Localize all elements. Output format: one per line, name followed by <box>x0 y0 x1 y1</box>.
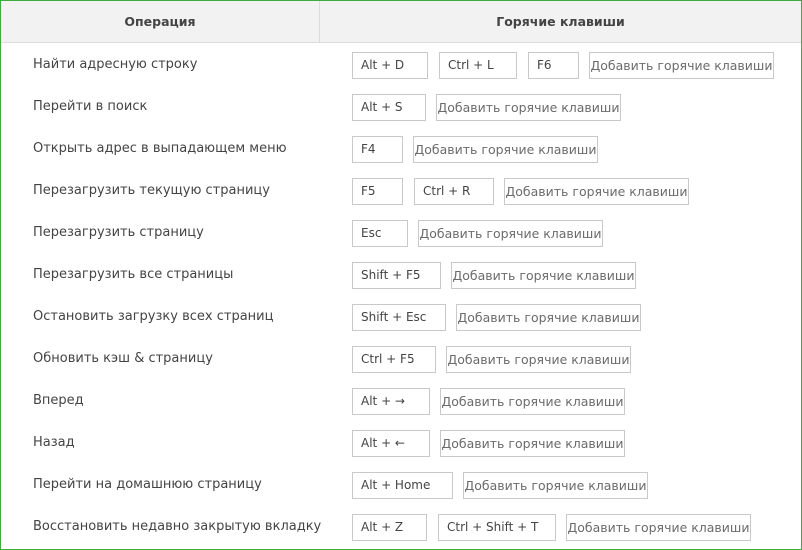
hotkey-field[interactable]: Shift + Esc <box>352 304 446 331</box>
hotkey-row: Вперед Alt + → Добавить горячие клавиши <box>1 380 801 422</box>
table-header: Операция Горячие клавиши <box>1 1 801 43</box>
operation-label: Перезагрузить страницу <box>33 225 204 240</box>
add-hotkey-button[interactable]: Добавить горячие клавиши <box>504 178 689 205</box>
hotkey-field[interactable]: F4 <box>352 136 403 163</box>
hotkey-row: Восстановить недавно закрытую вкладку Alt… <box>1 506 801 548</box>
operation-label: Назад <box>33 435 75 450</box>
operation-label: Найти адресную строку <box>33 57 198 72</box>
hotkey-field[interactable]: Ctrl + F5 <box>352 346 436 373</box>
add-hotkey-button[interactable]: Добавить горячие клавиши <box>451 262 636 289</box>
hotkey-field[interactable]: Alt + ← <box>352 430 430 457</box>
hotkey-field[interactable]: Alt + D <box>352 52 428 79</box>
header-hotkeys: Горячие клавиши <box>496 14 625 29</box>
hotkey-field[interactable]: Ctrl + L <box>439 52 517 79</box>
hotkey-field[interactable]: Alt + S <box>352 94 426 121</box>
header-operation: Операция <box>1 1 320 42</box>
operation-label: Перейти в поиск <box>33 99 148 114</box>
hotkey-row: Перезагрузить текущую страницу F5 Ctrl + R… <box>1 170 801 212</box>
add-hotkey-button[interactable]: Добавить горячие клавиши <box>436 94 621 121</box>
hotkey-field[interactable]: Alt + Z <box>352 514 427 541</box>
operation-label: Обновить кэш & страницу <box>33 351 213 366</box>
hotkey-row: Перезагрузить все страницы Shift + F5 Доба… <box>1 254 801 296</box>
operation-label: Восстановить недавно закрытую вкладку <box>33 519 322 534</box>
add-hotkey-button[interactable]: Добавить горячие клавиши <box>566 514 751 541</box>
hotkey-field[interactable]: Ctrl + Shift + T <box>438 514 556 541</box>
add-hotkey-button[interactable]: Добавить горячие клавиши <box>589 52 774 79</box>
operation-label: Открыть адрес в выпадающем меню <box>33 141 287 156</box>
hotkey-row: Остановить загрузку всех страниц Shift + … <box>1 296 801 338</box>
hotkey-row: Обновить кэш & страницу Ctrl + F5 Добавить… <box>1 338 801 380</box>
hotkey-field[interactable]: Alt + Home <box>352 472 453 499</box>
operation-label: Перезагрузить текущую страницу <box>33 183 270 198</box>
operation-label: Перейти на домашнюю страницу <box>33 477 262 492</box>
hotkey-row: Открыть адрес в выпадающем меню F4 Добавит… <box>1 128 801 170</box>
hotkey-row: Перейти в поиск Alt + S Добавить горячие к… <box>1 86 801 128</box>
add-hotkey-button[interactable]: Добавить горячие клавиши <box>446 346 631 373</box>
add-hotkey-button[interactable]: Добавить горячие клавиши <box>440 430 625 457</box>
add-hotkey-button[interactable]: Добавить горячие клавиши <box>440 388 625 415</box>
hotkeys-panel: Операция Горячие клавиши Найти адресную … <box>0 0 802 550</box>
add-hotkey-button[interactable]: Добавить горячие клавиши <box>463 472 648 499</box>
hotkey-field[interactable]: Esc <box>352 220 408 247</box>
hotkey-field[interactable]: Alt + → <box>352 388 430 415</box>
add-hotkey-button[interactable]: Добавить горячие клавиши <box>418 220 603 247</box>
hotkey-field[interactable]: Shift + F5 <box>352 262 441 289</box>
operation-label: Вперед <box>33 393 84 408</box>
hotkey-row: Перезагрузить страницу Esc Добавить горячи… <box>1 212 801 254</box>
add-hotkey-button[interactable]: Добавить горячие клавиши <box>456 304 641 331</box>
operation-label: Перезагрузить все страницы <box>33 267 234 282</box>
hotkey-field[interactable]: F5 <box>352 178 403 205</box>
add-hotkey-button[interactable]: Добавить горячие клавиши <box>413 136 598 163</box>
hotkey-row: Перейти на домашнюю страницу Alt + Home До… <box>1 464 801 506</box>
hotkey-field[interactable]: F6 <box>528 52 579 79</box>
hotkey-row: Найти адресную строку Alt + D Ctrl + L F6 До… <box>1 44 801 86</box>
hotkey-field[interactable]: Ctrl + R <box>414 178 494 205</box>
hotkey-row: Назад Alt + ← Добавить горячие клавиши <box>1 422 801 464</box>
operation-label: Остановить загрузку всех страниц <box>33 309 274 324</box>
